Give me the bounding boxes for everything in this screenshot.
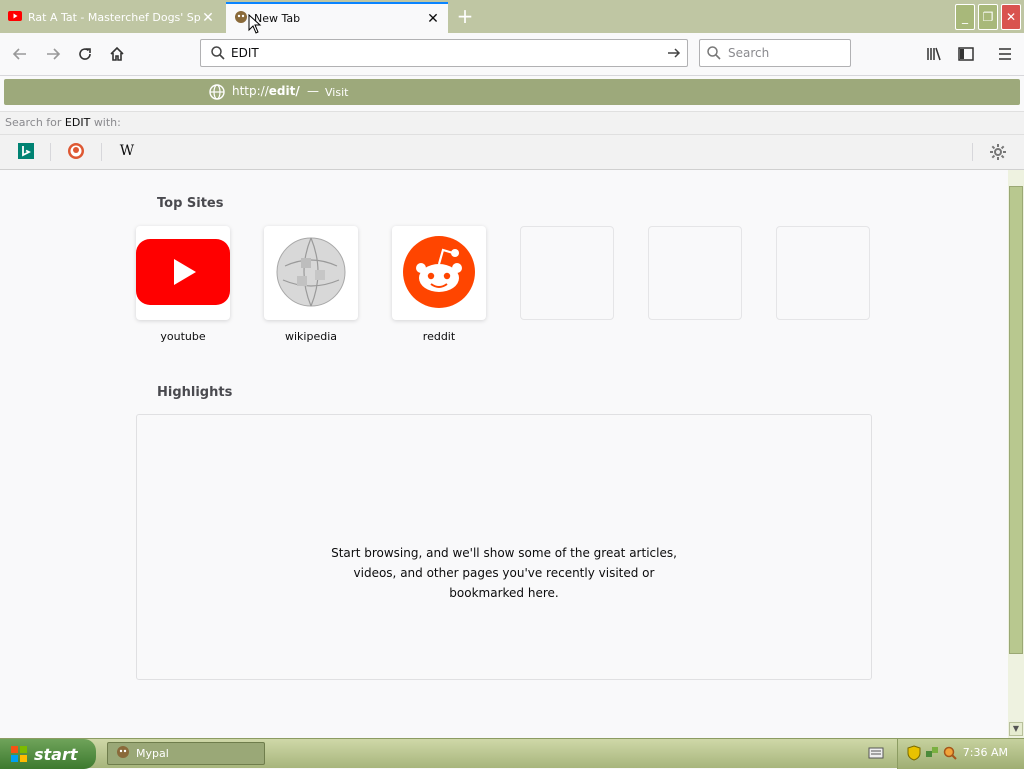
- scrollbar-thumb[interactable]: [1009, 186, 1023, 654]
- search-with-suffix: with:: [93, 116, 121, 129]
- top-sites-title: Top Sites: [157, 196, 224, 211]
- minimize-button[interactable]: _: [955, 4, 975, 30]
- youtube-icon: [8, 11, 22, 24]
- page-scrollbar[interactable]: ▼: [1008, 170, 1024, 738]
- go-arrow-icon[interactable]: [661, 45, 687, 61]
- top-site-label: youtube: [160, 330, 206, 343]
- search-with-bar: Search for EDIT with:: [0, 111, 1024, 135]
- keyboard-icon[interactable]: [868, 746, 884, 763]
- new-tab-page: Top Sites youtube wikipedia reddit Highl…: [0, 170, 1008, 738]
- youtube-icon: [136, 238, 230, 308]
- search-icon: [205, 45, 231, 61]
- close-tab-icon[interactable]: ✕: [426, 11, 440, 27]
- top-site-empty-slot[interactable]: [648, 226, 742, 320]
- top-site-empty-slot[interactable]: [520, 226, 614, 320]
- start-label: start: [34, 744, 78, 764]
- back-icon[interactable]: [8, 42, 32, 66]
- top-site-wikipedia[interactable]: [264, 226, 358, 320]
- new-tab-plus-icon[interactable]: +: [454, 6, 476, 28]
- close-tab-icon[interactable]: ✕: [201, 10, 215, 26]
- taskbar-item-mypal[interactable]: Mypal: [107, 742, 265, 765]
- search-placeholder: Search: [728, 46, 770, 60]
- search-for-prefix: Search for: [5, 116, 62, 129]
- reddit-icon: [403, 235, 475, 311]
- search-engine-bar: W: [0, 135, 1024, 170]
- clock: 7:36 AM: [962, 746, 1008, 759]
- highlights-message-line: bookmarked here.: [449, 586, 559, 600]
- engine-divider: [101, 143, 102, 161]
- reload-icon[interactable]: [73, 42, 97, 66]
- start-button[interactable]: start: [0, 739, 96, 769]
- top-site-label: wikipedia: [284, 330, 337, 343]
- highlights-message-line: videos, and other pages you've recently …: [353, 566, 655, 580]
- scroll-down-arrow-icon[interactable]: ▼: [1009, 722, 1023, 736]
- navigation-toolbar: EDIT Search: [0, 33, 1024, 76]
- mouse-cursor-icon: [248, 13, 262, 37]
- mypal-icon: [234, 10, 248, 27]
- menu-icon[interactable]: [993, 42, 1017, 66]
- bing-icon[interactable]: [17, 142, 35, 160]
- sidebar-icon[interactable]: [954, 42, 978, 66]
- gear-icon[interactable]: [989, 143, 1007, 161]
- visit-label: Visit: [325, 86, 349, 99]
- security-shield-icon[interactable]: [906, 745, 922, 764]
- home-icon[interactable]: [105, 42, 129, 66]
- duckduckgo-icon[interactable]: [67, 142, 85, 160]
- url-suggestion-row[interactable]: http://edit/ — Visit: [4, 79, 1020, 105]
- wikipedia-icon[interactable]: W: [118, 142, 136, 160]
- top-site-youtube[interactable]: [136, 226, 230, 320]
- restore-button[interactable]: ❐: [978, 4, 998, 30]
- engine-divider: [972, 143, 973, 161]
- mypal-icon: [116, 745, 130, 762]
- highlights-message-line: Start browsing, and we'll show some of t…: [331, 546, 677, 560]
- wikipedia-globe-icon: [275, 236, 347, 311]
- url-bar[interactable]: EDIT: [200, 39, 688, 67]
- highlights-panel: Start browsing, and we'll show some of t…: [136, 414, 872, 680]
- taskbar-item-label: Mypal: [136, 747, 169, 760]
- url-input[interactable]: EDIT: [231, 46, 661, 60]
- top-site-reddit[interactable]: [392, 226, 486, 320]
- windows-taskbar: start Mypal 7:36 AM: [0, 738, 1024, 769]
- forward-icon[interactable]: [41, 42, 65, 66]
- top-site-label: reddit: [422, 330, 456, 343]
- search-field[interactable]: Search: [699, 39, 851, 67]
- search-term: EDIT: [64, 116, 91, 129]
- suggestion-separator: —: [307, 84, 319, 98]
- engine-divider: [50, 143, 51, 161]
- suggestion-url: http://edit/: [232, 84, 300, 98]
- close-window-button[interactable]: ✕: [1001, 4, 1021, 30]
- tab-label: New Tab: [254, 12, 301, 25]
- tab-label: Rat A Tat - Masterchef Dogs' Spe: [28, 11, 201, 24]
- globe-icon: [208, 83, 226, 104]
- search-icon: [700, 45, 728, 61]
- highlights-empty-message: Start browsing, and we'll show some of t…: [137, 543, 871, 603]
- tab-strip: Rat A Tat - Masterchef Dogs' Spe ✕ New T…: [0, 0, 1024, 33]
- top-site-empty-slot[interactable]: [776, 226, 870, 320]
- windows-flag-icon: [10, 745, 28, 763]
- tab-youtube[interactable]: Rat A Tat - Masterchef Dogs' Spe ✕: [0, 2, 223, 33]
- network-icon[interactable]: [924, 745, 940, 764]
- highlights-title: Highlights: [157, 385, 233, 400]
- system-tray: 7:36 AM: [897, 739, 1024, 769]
- library-icon[interactable]: [922, 42, 946, 66]
- magnifier-tray-icon[interactable]: [942, 745, 958, 764]
